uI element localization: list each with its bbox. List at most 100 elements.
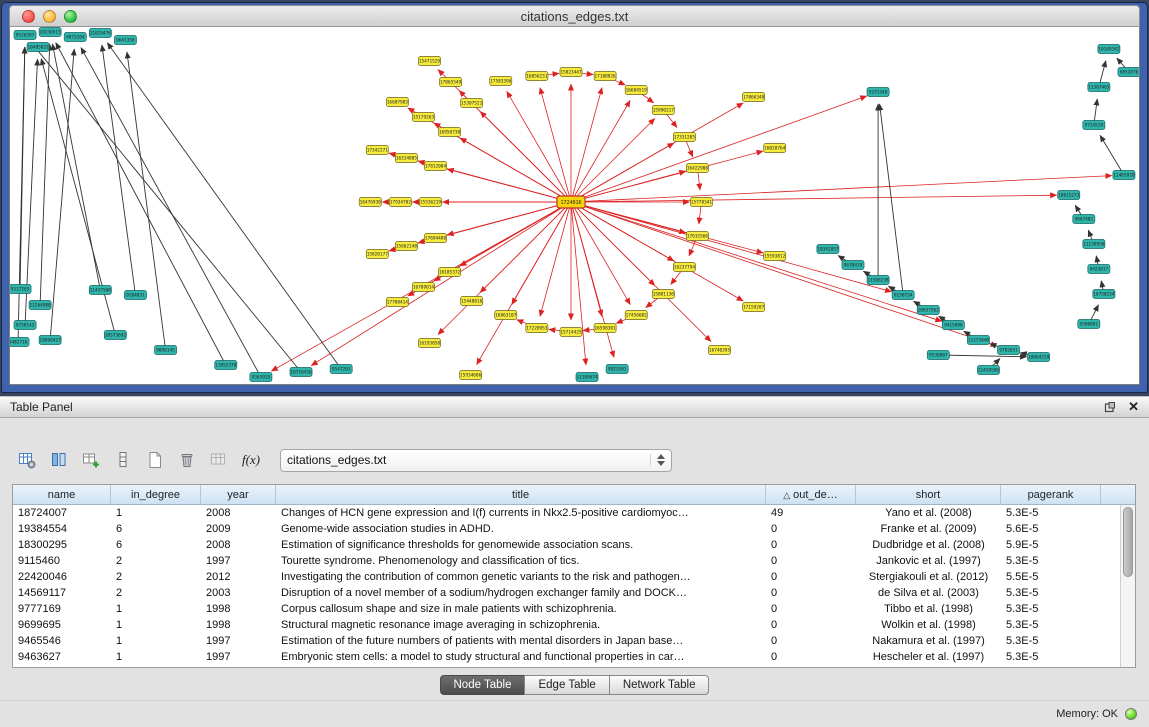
- table-cell[interactable]: Dudbridge et al. (2008): [856, 537, 1001, 553]
- table-cell[interactable]: 18300295: [13, 537, 111, 553]
- graph-node[interactable]: 9526587: [14, 31, 36, 40]
- table-cell[interactable]: Structural magnetic resonance image aver…: [276, 617, 766, 633]
- table-row[interactable]: 1456911722003Disruption of a novel membe…: [13, 585, 1120, 601]
- graph-node[interactable]: 15881130: [652, 290, 674, 299]
- graph-node[interactable]: 11264980: [29, 301, 51, 310]
- column-header-year[interactable]: year: [201, 485, 276, 505]
- table-cell[interactable]: 49: [766, 505, 856, 521]
- graph-node[interactable]: 9204831: [124, 291, 146, 300]
- graph-node[interactable]: 17812004: [424, 162, 446, 171]
- table-cell[interactable]: Tourette syndrome. Phenomenology and cla…: [276, 553, 766, 569]
- graph-node[interactable]: 16105372: [439, 268, 461, 277]
- graph-node[interactable]: 17934702: [389, 198, 411, 207]
- table-cell[interactable]: 19384554: [13, 521, 111, 537]
- column-header-outde[interactable]: △out_de…: [766, 485, 856, 505]
- table-cell[interactable]: Jankovic et al. (1997): [856, 553, 1001, 569]
- column-header-title[interactable]: title: [276, 485, 766, 505]
- table-cell[interactable]: 5.3E-5: [1001, 505, 1101, 521]
- graph-edge[interactable]: [311, 202, 571, 366]
- graph-node[interactable]: 16598301: [594, 324, 616, 333]
- table-cell[interactable]: 0: [766, 585, 856, 601]
- new-file-icon[interactable]: [142, 447, 168, 473]
- graph-edge[interactable]: [81, 48, 261, 377]
- table-cell[interactable]: Tibbo et al. (1998): [856, 601, 1001, 617]
- graph-edge[interactable]: [571, 202, 586, 365]
- graph-node[interactable]: 16950738: [439, 128, 461, 137]
- graph-edge[interactable]: [540, 88, 571, 202]
- graph-node[interactable]: 15662148: [395, 242, 417, 251]
- graph-node[interactable]: 15820177: [366, 250, 388, 259]
- graph-node[interactable]: 16056231: [526, 72, 548, 81]
- table-cell[interactable]: 1997: [201, 649, 276, 665]
- graph-node[interactable]: 10236915: [39, 28, 61, 37]
- column-header-name[interactable]: name: [13, 485, 111, 505]
- table-cell[interactable]: 9777169: [13, 601, 111, 617]
- column-header-pagerank[interactable]: pagerank: [1001, 485, 1101, 505]
- table-cell[interactable]: 1998: [201, 601, 276, 617]
- table-row[interactable]: 1872400712008Changes of HCN gene express…: [13, 505, 1120, 521]
- graph-node[interactable]: 17108826: [594, 72, 616, 81]
- graph-node[interactable]: 9852076: [1118, 68, 1139, 77]
- graph-node[interactable]: 15307521: [461, 99, 483, 108]
- graph-node[interactable]: 15778341: [690, 198, 712, 207]
- table-cell[interactable]: 2012: [201, 569, 276, 585]
- column-header-short[interactable]: short: [856, 485, 1001, 505]
- graph-node[interactable]: 15934606: [460, 371, 482, 380]
- graph-node[interactable]: 16740395: [708, 346, 730, 355]
- table-cell[interactable]: Estimation of the future numbers of pati…: [276, 633, 766, 649]
- table-cell[interactable]: 1: [111, 617, 201, 633]
- graph-node[interactable]: 17708414: [386, 298, 408, 307]
- graph-node[interactable]: 10189342: [1098, 45, 1120, 54]
- table-cell[interactable]: 1997: [201, 633, 276, 649]
- tab-edge-table[interactable]: Edge Table: [524, 675, 609, 695]
- graph-node[interactable]: 10718456: [290, 368, 312, 377]
- table-cell[interactable]: 1997: [201, 553, 276, 569]
- table-cell[interactable]: Yano et al. (2008): [856, 505, 1001, 521]
- graph-node[interactable]: 16863107: [495, 311, 517, 320]
- table-cell[interactable]: 2008: [201, 505, 276, 521]
- table-cell[interactable]: 9465546: [13, 633, 111, 649]
- graph-node[interactable]: 9641358: [114, 36, 136, 45]
- graph-node[interactable]: 9423817: [1088, 265, 1110, 274]
- vertical-scrollbar[interactable]: [1120, 505, 1135, 667]
- graph-node[interactable]: 17342271: [366, 146, 388, 155]
- graph-node[interactable]: 11307465: [1088, 83, 1110, 92]
- graph-edge[interactable]: [571, 202, 997, 346]
- network-canvas[interactable]: 1605623115823447171088261668451915990217…: [10, 27, 1139, 384]
- table-cell[interactable]: de Silva et al. (2003): [856, 585, 1001, 601]
- graph-node[interactable]: 10342857: [817, 245, 839, 254]
- table-cell[interactable]: 5.9E-5: [1001, 537, 1101, 553]
- graph-node[interactable]: 10750234: [1093, 290, 1115, 299]
- show-columns-icon[interactable]: [46, 447, 72, 473]
- table-cell[interactable]: 0: [766, 569, 856, 585]
- column-header-indegree[interactable]: in_degree: [111, 485, 201, 505]
- graph-edge[interactable]: [880, 104, 904, 295]
- table-cell[interactable]: 5.6E-5: [1001, 521, 1101, 537]
- table-cell[interactable]: 5.3E-5: [1001, 585, 1101, 601]
- graph-node[interactable]: 17159207: [743, 303, 765, 312]
- table-cell[interactable]: 1998: [201, 617, 276, 633]
- graph-edge[interactable]: [571, 202, 630, 305]
- graph-node[interactable]: 15179263: [412, 113, 434, 122]
- table-cell[interactable]: 0: [766, 537, 856, 553]
- table-row[interactable]: 2242004622012Investigating the contribut…: [13, 569, 1120, 585]
- graph-node[interactable]: 9923581: [606, 365, 628, 374]
- graph-node[interactable]: 11273840: [967, 336, 989, 345]
- graph-edge[interactable]: [571, 96, 867, 202]
- graph-edge[interactable]: [1100, 135, 1124, 175]
- graph-node[interactable]: 11028476: [89, 29, 111, 38]
- graph-edge[interactable]: [408, 108, 571, 202]
- graph-edge[interactable]: [52, 44, 100, 290]
- graph-edge[interactable]: [507, 91, 571, 202]
- graph-node[interactable]: 17065549: [440, 78, 462, 87]
- graph-node[interactable]: 9158734: [892, 291, 914, 300]
- float-panel-icon[interactable]: [1104, 401, 1116, 413]
- graph-node[interactable]: 15990217: [652, 106, 674, 115]
- table-cell[interactable]: 5.3E-5: [1001, 633, 1101, 649]
- graph-node[interactable]: 11437508: [89, 286, 111, 295]
- table-cell[interactable]: Corpus callosum shape and size in male p…: [276, 601, 766, 617]
- graph-node[interactable]: 16789014: [412, 283, 434, 292]
- graph-edge[interactable]: [571, 202, 892, 292]
- table-row[interactable]: 946362711997Embryonic stem cells: a mode…: [13, 649, 1120, 665]
- delete-icon[interactable]: [174, 447, 200, 473]
